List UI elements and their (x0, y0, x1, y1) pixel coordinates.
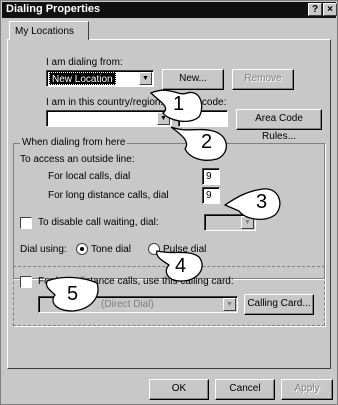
callout-number: 1 (173, 93, 185, 115)
local-calls-input[interactable]: 9 (202, 168, 220, 185)
outside-line-label: To access an outside line: (20, 154, 135, 165)
window-title: Dialing Properties (6, 3, 101, 15)
callout-number: 4 (175, 255, 187, 277)
chevron-down-icon[interactable]: ▼ (223, 298, 236, 311)
calling-card-button[interactable]: Calling Card... (244, 294, 314, 315)
long-distance-input[interactable]: 9 (202, 187, 220, 204)
call-waiting-label: To disable call waiting, dial: (38, 217, 159, 228)
remove-location-button[interactable]: Remove (232, 69, 294, 90)
callout-2: 2 (169, 123, 233, 163)
tab-my-locations[interactable]: My Locations (9, 21, 89, 40)
callout-number: 3 (256, 191, 268, 213)
callout-number: 2 (201, 131, 213, 153)
dialing-from-value: New Location (49, 72, 116, 85)
cancel-button[interactable]: Cancel (215, 379, 275, 400)
callout-1: 1 (149, 83, 207, 125)
dial-using-label: Dial using: (20, 244, 67, 255)
ok-button[interactable]: OK (149, 379, 209, 400)
apply-button[interactable]: Apply (281, 379, 333, 400)
calling-card-checkbox[interactable] (20, 276, 32, 288)
callout-number: 5 (67, 283, 79, 305)
calling-card-value: (Direct Dial) (101, 299, 154, 310)
title-bar: Dialing Properties ? × (2, 2, 337, 18)
dialing-group-label: When dialing from here (20, 137, 128, 148)
close-button[interactable]: × (323, 3, 337, 16)
help-button[interactable]: ? (308, 3, 322, 16)
long-distance-label: For long distance calls, dial (48, 190, 169, 201)
long-distance-value: 9 (206, 190, 212, 201)
tab-label: My Locations (15, 26, 74, 37)
dialing-properties-window: Dialing Properties ? × My Locations I am… (0, 0, 338, 405)
local-calls-value: 9 (206, 171, 212, 182)
area-code-rules-button[interactable]: Area Code Rules... (236, 109, 322, 142)
country-label: I am in this country/region: (46, 97, 164, 108)
tone-dial-label: Tone dial (91, 244, 132, 255)
callout-3: 3 (223, 183, 285, 223)
tone-dial-radio[interactable] (76, 243, 88, 255)
callout-5: 5 (43, 273, 103, 315)
dialing-from-select[interactable]: New Location ▼ (46, 70, 154, 87)
call-waiting-checkbox[interactable] (20, 217, 32, 229)
dialing-from-label: I am dialing from: (46, 57, 123, 68)
callout-4: 4 (151, 247, 207, 285)
local-calls-label: For local calls, dial (48, 171, 131, 182)
